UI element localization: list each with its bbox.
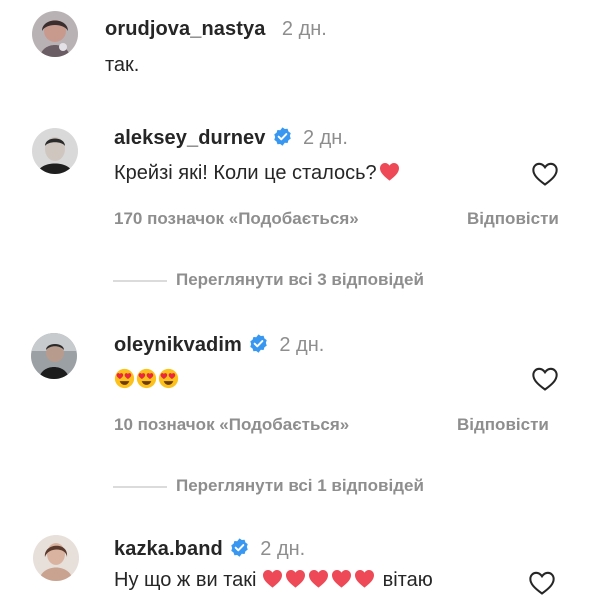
- view-replies-button[interactable]: Переглянути всі 1 відповідей: [176, 476, 424, 496]
- hearts-emoji-group: [262, 569, 377, 591]
- red-heart-emoji: [379, 163, 399, 181]
- like-count[interactable]: 170 позначок «Подобається»: [114, 209, 359, 229]
- red-heart-emoji: [286, 570, 306, 588]
- comment-text: Ну що ж ви такі вітаю: [114, 569, 433, 592]
- red-heart-emoji: [332, 570, 352, 588]
- red-heart-emoji: [355, 570, 375, 588]
- replies-divider: [113, 280, 167, 282]
- verified-badge-icon: [273, 127, 291, 146]
- like-count[interactable]: 10 позначок «Подобається»: [114, 415, 349, 435]
- timestamp[interactable]: 2 дн.: [260, 538, 305, 560]
- red-heart-emoji: [263, 570, 283, 588]
- verified-badge-icon: [231, 538, 248, 557]
- comment-text-tail: вітаю: [382, 569, 433, 591]
- comment-header: oleynikvadim 2 дн.: [114, 333, 324, 357]
- avatar[interactable]: [32, 11, 78, 57]
- comment-text-body: Крейзі які! Коли це сталось?: [114, 162, 377, 184]
- username[interactable]: aleksey_durnev: [114, 127, 266, 149]
- timestamp[interactable]: 2 дн.: [282, 18, 327, 40]
- comment-text-body: Ну що ж ви такі: [114, 569, 257, 591]
- comment-text: так.: [105, 54, 140, 76]
- replies-divider: [113, 486, 167, 488]
- avatar[interactable]: [32, 128, 78, 174]
- avatar-image: [32, 11, 78, 57]
- username[interactable]: oleynikvadim: [114, 334, 242, 356]
- avatar[interactable]: [33, 535, 79, 581]
- timestamp[interactable]: 2 дн.: [303, 127, 348, 149]
- verified-badge-icon: [250, 334, 267, 353]
- comment-header: orudjova_nastya 2 дн.: [105, 18, 327, 41]
- username[interactable]: orudjova_nastya: [105, 18, 265, 40]
- comment-header: aleksey_durnev 2 дн.: [114, 126, 348, 150]
- comment-text: Крейзі які! Коли це сталось?: [114, 162, 402, 185]
- avatar-image: [32, 128, 78, 174]
- heart-eyes-emoji: [114, 368, 135, 389]
- avatar[interactable]: [31, 333, 77, 379]
- timestamp[interactable]: 2 дн.: [279, 334, 324, 356]
- comment-header: kazka.band 2 дн.: [114, 537, 305, 561]
- reply-button[interactable]: Відповісти: [457, 415, 549, 435]
- reply-button[interactable]: Відповісти: [467, 209, 559, 229]
- avatar-image: [31, 333, 77, 379]
- like-heart-icon[interactable]: [531, 366, 559, 392]
- username[interactable]: kazka.band: [114, 538, 223, 560]
- heart-eyes-emoji: [158, 368, 179, 389]
- red-heart-emoji: [309, 570, 329, 588]
- avatar-image: [33, 535, 79, 581]
- heart-eyes-emoji: [136, 368, 157, 389]
- view-replies-button[interactable]: Переглянути всі 3 відповідей: [176, 270, 424, 290]
- like-heart-icon[interactable]: [531, 161, 559, 187]
- like-heart-icon[interactable]: [528, 570, 556, 596]
- comment-text: [114, 368, 180, 392]
